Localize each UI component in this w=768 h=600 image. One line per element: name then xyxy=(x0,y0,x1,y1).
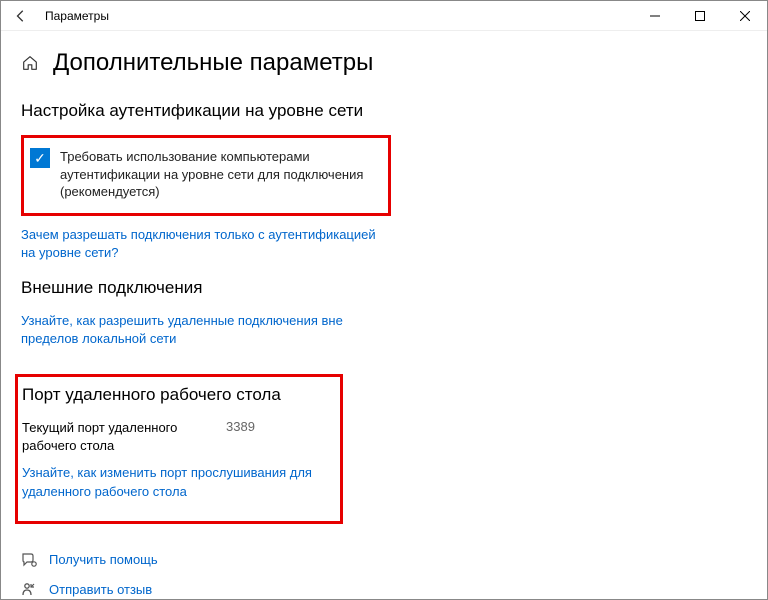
auth-section-title: Настройка аутентификации на уровне сети xyxy=(21,101,747,121)
port-label: Текущий порт удаленного рабочего стола xyxy=(22,419,192,454)
check-icon: ✓ xyxy=(34,151,46,165)
help-link[interactable]: Получить помощь xyxy=(21,552,747,568)
auth-section: Настройка аутентификации на уровне сети … xyxy=(21,101,747,262)
back-button[interactable] xyxy=(9,4,33,28)
feedback-text: Отправить отзыв xyxy=(49,582,152,597)
port-highlight: Порт удаленного рабочего стола Текущий п… xyxy=(15,374,343,523)
close-button[interactable] xyxy=(722,1,767,31)
home-icon[interactable] xyxy=(21,54,39,72)
close-icon xyxy=(740,11,750,21)
content: Дополнительные параметры Настройка аутен… xyxy=(1,31,767,598)
port-link[interactable]: Узнайте, как изменить порт прослушивания… xyxy=(22,464,332,500)
titlebar: Параметры xyxy=(1,1,767,31)
auth-highlight: ✓ Требовать использование компьютерами а… xyxy=(21,135,391,216)
external-section-title: Внешние подключения xyxy=(21,278,747,298)
maximize-button[interactable] xyxy=(677,1,722,31)
external-link[interactable]: Узнайте, как разрешить удаленные подключ… xyxy=(21,312,381,348)
port-row: Текущий порт удаленного рабочего стола 3… xyxy=(22,419,332,454)
port-value: 3389 xyxy=(226,419,255,454)
auth-checkbox-label: Требовать использование компьютерами аут… xyxy=(60,148,370,201)
help-icon xyxy=(21,552,37,568)
help-text: Получить помощь xyxy=(49,552,158,567)
feedback-link[interactable]: Отправить отзыв xyxy=(21,582,747,598)
minimize-button[interactable] xyxy=(632,1,677,31)
port-section-title: Порт удаленного рабочего стола xyxy=(22,385,332,405)
external-section: Внешние подключения Узнайте, как разреши… xyxy=(21,278,747,348)
port-section: Порт удаленного рабочего стола Текущий п… xyxy=(21,374,747,523)
feedback-icon xyxy=(21,582,37,598)
footer: Получить помощь Отправить отзыв xyxy=(21,552,747,598)
auth-checkbox-row[interactable]: ✓ Требовать использование компьютерами а… xyxy=(30,148,380,201)
arrow-left-icon xyxy=(14,9,28,23)
window-controls xyxy=(632,1,767,31)
auth-link[interactable]: Зачем разрешать подключения только с аут… xyxy=(21,226,381,262)
maximize-icon xyxy=(695,11,705,21)
page-header: Дополнительные параметры xyxy=(21,49,747,77)
auth-checkbox[interactable]: ✓ xyxy=(30,148,50,168)
minimize-icon xyxy=(650,11,660,21)
page-title: Дополнительные параметры xyxy=(53,49,373,77)
window-title: Параметры xyxy=(45,9,109,23)
